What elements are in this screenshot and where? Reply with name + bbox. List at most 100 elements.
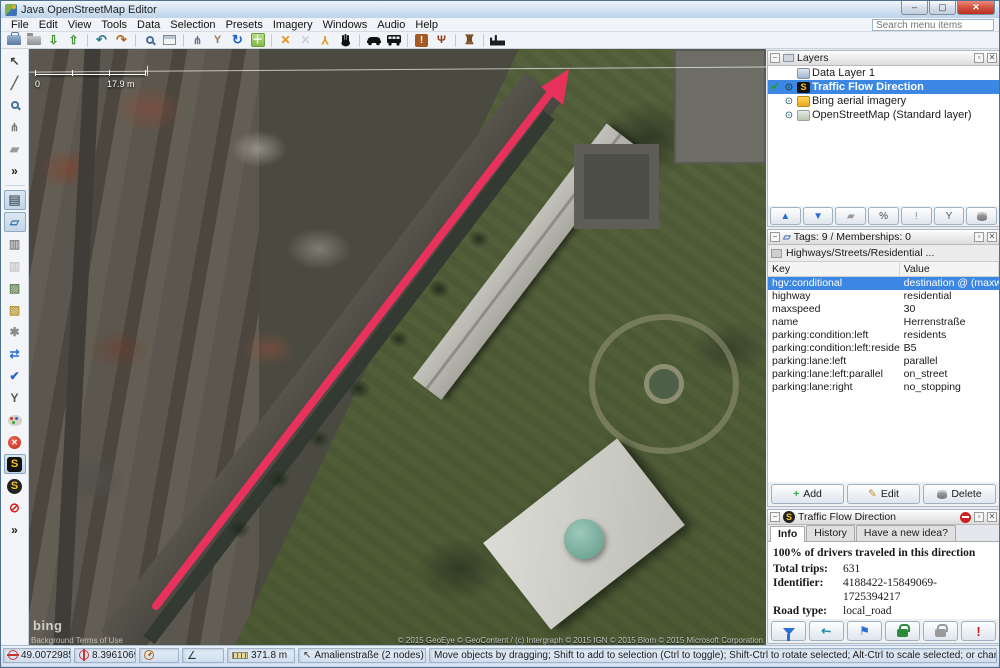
- zoom-tool[interactable]: [4, 95, 26, 115]
- menu-audio[interactable]: Audio: [372, 19, 410, 31]
- historic-presets-button[interactable]: ♜: [460, 32, 479, 48]
- reopen-button[interactable]: [923, 621, 958, 641]
- collapse-icon[interactable]: −: [770, 512, 780, 522]
- visibility-eye-icon[interactable]: ⊙: [783, 110, 795, 121]
- sync-button[interactable]: ↻: [228, 32, 247, 48]
- relations-dialog-toggle[interactable]: ⇄: [4, 344, 26, 364]
- menu-presets[interactable]: Presets: [221, 19, 268, 31]
- layer-row-traffic[interactable]: ✔ ⊙ S Traffic Flow Direction: [768, 80, 999, 94]
- restrictions-toggle[interactable]: ⊘: [4, 498, 26, 518]
- maximize-button[interactable]: ▢: [929, 1, 956, 15]
- sticky-icon[interactable]: ▫: [974, 512, 984, 522]
- tab-history[interactable]: History: [806, 525, 855, 541]
- wireframe-button[interactable]: ⋔: [188, 32, 207, 48]
- minimize-button[interactable]: –: [901, 1, 928, 15]
- tag-row[interactable]: hgv:conditionaldestination @ (maxweight …: [768, 277, 999, 290]
- merge-nodes-button[interactable]: ✕: [296, 32, 315, 48]
- tag-row[interactable]: parking:lane:leftparallel: [768, 355, 999, 368]
- layer-opacity-button[interactable]: %: [868, 207, 899, 225]
- unglue-button[interactable]: Y: [316, 32, 335, 48]
- report-problem-icon[interactable]: [960, 512, 971, 523]
- add-tag-button[interactable]: + Add: [771, 484, 844, 504]
- menu-data[interactable]: Data: [132, 19, 165, 31]
- sticky-icon[interactable]: ▫: [974, 53, 984, 63]
- bus-routes-button[interactable]: [384, 32, 403, 48]
- menu-file[interactable]: File: [6, 19, 34, 31]
- menu-tools[interactable]: Tools: [96, 19, 132, 31]
- combine-ways-button[interactable]: ✕: [276, 32, 295, 48]
- layer-merge-button[interactable]: Y: [934, 207, 965, 225]
- layer-up-button[interactable]: ▲: [770, 207, 801, 225]
- tab-new-idea[interactable]: Have a new idea?: [856, 525, 956, 541]
- layer-visibility-button[interactable]: ▰: [835, 207, 866, 225]
- scout-traffic-toggle[interactable]: S: [4, 476, 26, 496]
- layer-activate-button[interactable]: !: [901, 207, 932, 225]
- tag-row[interactable]: parking:lane:rightno_stopping: [768, 381, 999, 394]
- tag-row[interactable]: parking:condition:left:residentsB5: [768, 342, 999, 355]
- minimap-dialog-toggle[interactable]: ▨: [4, 278, 26, 298]
- tag-row[interactable]: nameHerrenstraße: [768, 316, 999, 329]
- zoom-to-data-button[interactable]: ＋: [248, 32, 267, 48]
- undo-button[interactable]: ↶: [92, 32, 111, 48]
- conflict-dialog-toggle[interactable]: ▥: [4, 256, 26, 276]
- menu-windows[interactable]: Windows: [318, 19, 373, 31]
- more-modes-button[interactable]: »: [4, 161, 26, 181]
- warning-presets-button[interactable]: !: [412, 32, 431, 48]
- visibility-eye-icon[interactable]: ⊙: [783, 96, 795, 107]
- filter-dialog-toggle[interactable]: Y: [4, 388, 26, 408]
- industrial-presets-button[interactable]: [488, 32, 507, 48]
- delete-tag-button[interactable]: Delete: [923, 484, 996, 504]
- tag-row[interactable]: parking:condition:leftresidents: [768, 329, 999, 342]
- flag-button[interactable]: ⚑: [847, 621, 882, 641]
- collapse-icon[interactable]: −: [770, 232, 780, 242]
- value-column-header[interactable]: Value: [900, 262, 999, 276]
- search-menu-input[interactable]: [872, 19, 994, 31]
- layer-row-data[interactable]: Data Layer 1: [768, 66, 999, 80]
- car-routes-button[interactable]: [364, 32, 383, 48]
- improve-way-tool[interactable]: ⋔: [4, 117, 26, 137]
- tag-row[interactable]: maxspeed30: [768, 303, 999, 316]
- command-stack-toggle[interactable]: ✱: [4, 322, 26, 342]
- layers-dialog-toggle[interactable]: ▤: [4, 190, 26, 210]
- collapse-icon[interactable]: −: [770, 53, 780, 63]
- tag-row[interactable]: parking:lane:left:parallelon_street: [768, 368, 999, 381]
- redo-button[interactable]: ↷: [112, 32, 131, 48]
- visibility-eye-icon[interactable]: ⊙: [783, 82, 795, 93]
- preset-link[interactable]: Highways/Streets/Residential ...: [768, 245, 999, 262]
- layer-down-button[interactable]: ▼: [803, 207, 834, 225]
- layer-row-osm[interactable]: ⊙ OpenStreetMap (Standard layer): [768, 108, 999, 122]
- layer-delete-button[interactable]: [966, 207, 997, 225]
- close-panel-icon[interactable]: ✕: [987, 53, 997, 63]
- invalidate-button[interactable]: !: [961, 621, 996, 641]
- tag-row[interactable]: highwayresidential: [768, 290, 999, 303]
- mappaint-dialog-toggle[interactable]: [4, 410, 26, 430]
- validator-dialog-toggle[interactable]: ✔: [4, 366, 26, 386]
- key-column-header[interactable]: Key: [768, 262, 900, 276]
- scout-signs-toggle[interactable]: S: [4, 454, 26, 474]
- open-button[interactable]: [24, 32, 43, 48]
- select-tool[interactable]: ↖: [4, 51, 26, 71]
- new-layer-button[interactable]: [4, 32, 23, 48]
- background-terms-link[interactable]: Background Terms of Use: [31, 636, 123, 645]
- layer-row-bing[interactable]: ⊙ Bing aerial imagery: [768, 94, 999, 108]
- preferences-button[interactable]: [160, 32, 179, 48]
- parallel-way-tool[interactable]: ▰: [4, 139, 26, 159]
- more-dialogs-button[interactable]: »: [4, 520, 26, 540]
- close-panel-icon[interactable]: ✕: [987, 512, 997, 522]
- sticky-icon[interactable]: ▫: [974, 232, 984, 242]
- search-preferences-button[interactable]: [140, 32, 159, 48]
- map-view[interactable]: 0 17.9 m bing Background Terms of Use © …: [29, 49, 766, 647]
- tags-dialog-toggle[interactable]: ▱: [4, 212, 26, 232]
- menu-imagery[interactable]: Imagery: [268, 19, 318, 31]
- tab-info[interactable]: Info: [770, 526, 805, 542]
- amenity-presets-button[interactable]: Ψ: [432, 32, 451, 48]
- close-button[interactable]: ✕: [957, 1, 995, 15]
- send-button[interactable]: ↖: [809, 621, 844, 641]
- draw-tool[interactable]: ╱: [4, 73, 26, 93]
- upload-button[interactable]: ⇧: [64, 32, 83, 48]
- close-panel-icon[interactable]: ✕: [987, 232, 997, 242]
- filter-trips-button[interactable]: [771, 621, 806, 641]
- edit-tag-button[interactable]: ✎ Edit: [847, 484, 920, 504]
- download-button[interactable]: ⇩: [44, 32, 63, 48]
- authors-dialog-toggle[interactable]: ▧: [4, 300, 26, 320]
